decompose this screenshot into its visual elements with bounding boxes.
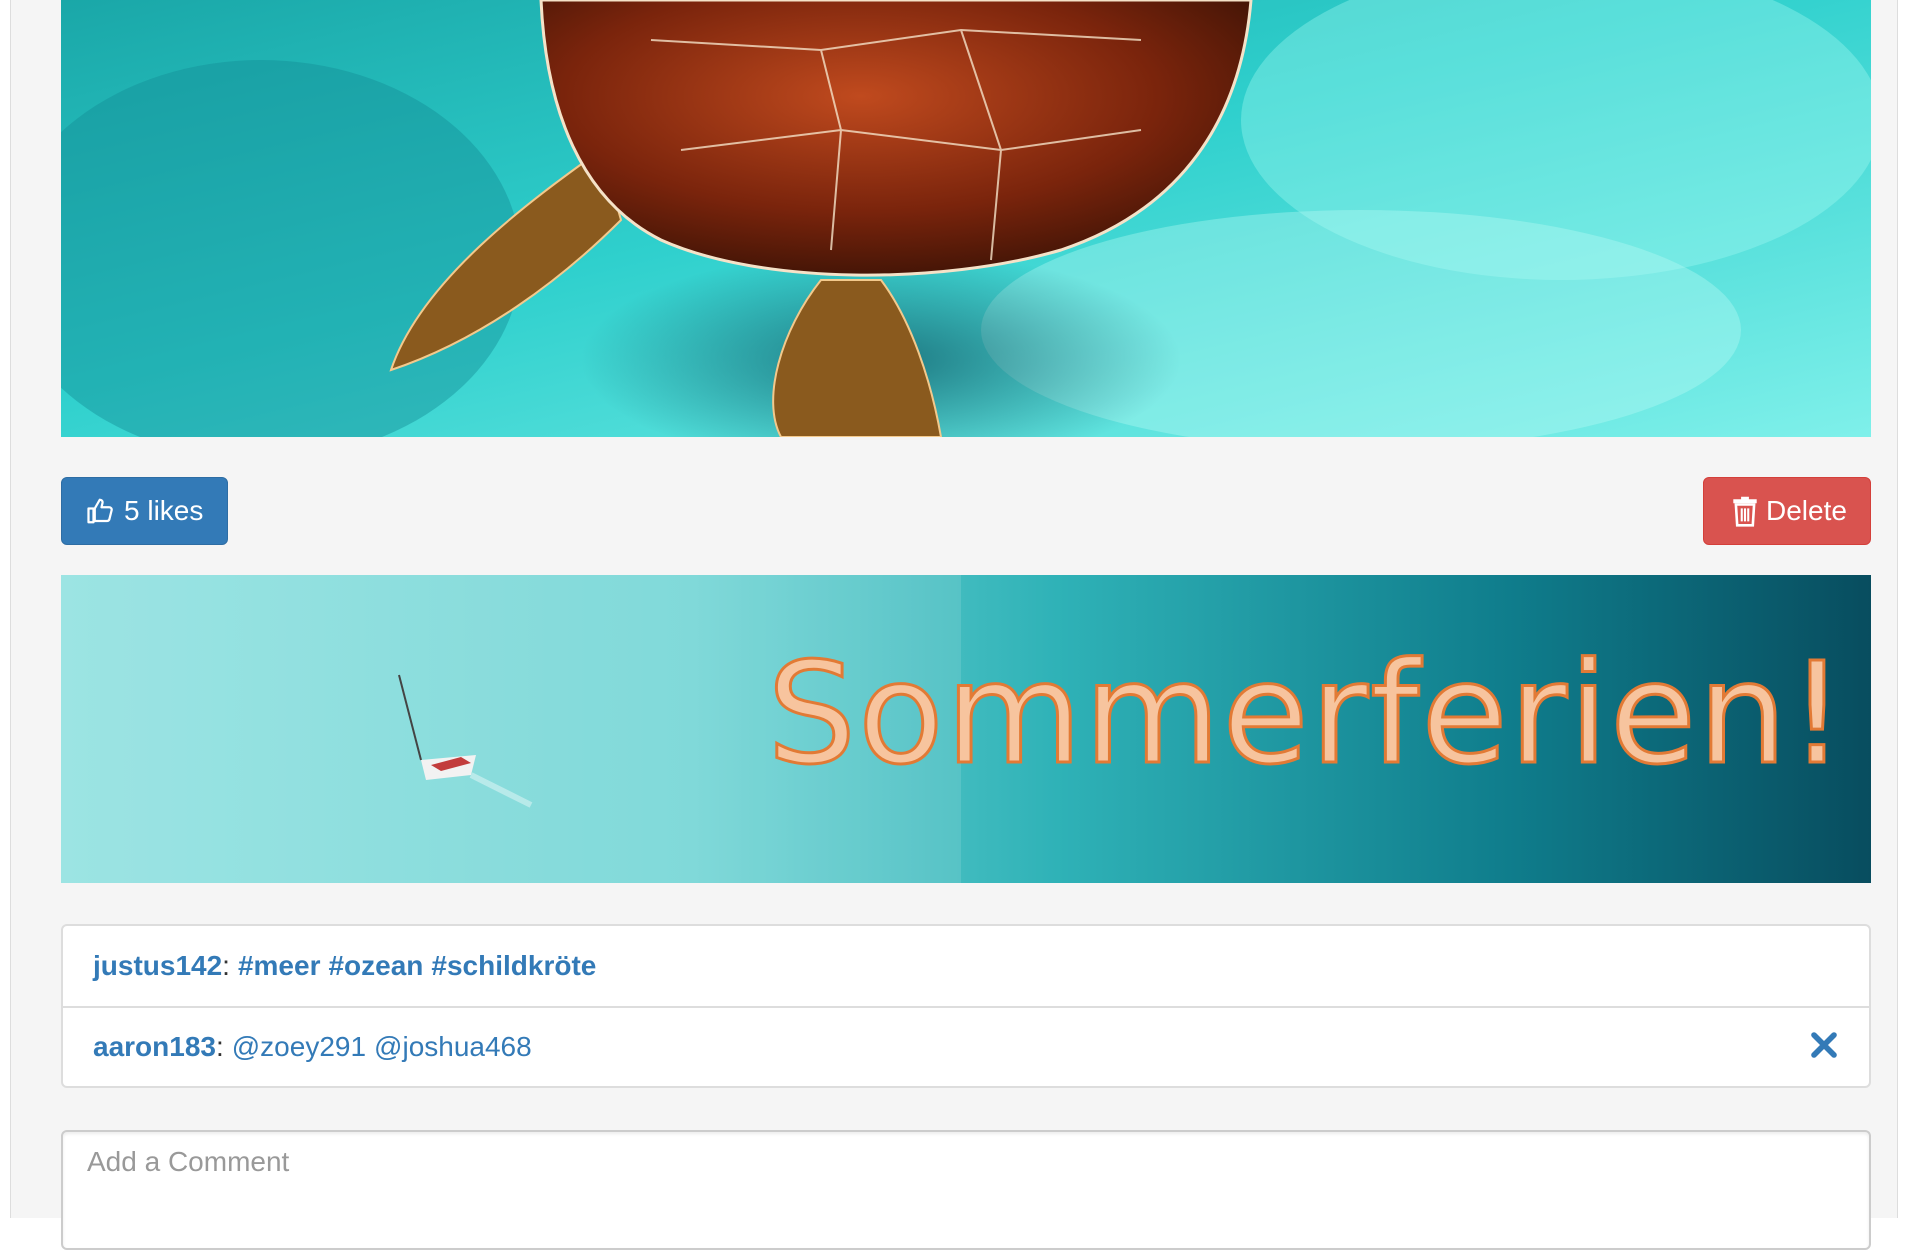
comment-author-link[interactable]: justus142	[93, 950, 222, 982]
like-count-label: 5 likes	[124, 495, 204, 526]
comment-author-link[interactable]: aaron183	[93, 1031, 216, 1063]
mention-link[interactable]: @joshua468	[374, 1031, 532, 1063]
mention-link[interactable]: @zoey291	[232, 1031, 366, 1063]
post-photo	[61, 0, 1871, 437]
comment-item: aaron183: @zoey291 @joshua468	[63, 1006, 1869, 1086]
comment-list: justus142: #meer #ozean #schildkröte aaron1…	[61, 924, 1871, 1088]
trash-icon	[1732, 495, 1758, 527]
hashtag-link[interactable]: #ozean	[328, 950, 423, 982]
delete-label: Delete	[1766, 495, 1847, 526]
comment-separator: :	[215, 1031, 224, 1062]
post-panel: 5 likes Delete Sommerferien! justus142:…	[10, 0, 1898, 1250]
delete-button[interactable]: Delete	[1703, 477, 1871, 545]
hashtag-link[interactable]: #schildkröte	[431, 950, 596, 982]
thumbs-up-icon	[86, 496, 116, 526]
hashtag-link[interactable]: #meer	[238, 950, 321, 982]
comment-item: justus142: #meer #ozean #schildkröte	[63, 926, 1869, 1006]
banner-title: Sommerferien!	[766, 633, 1847, 796]
comment-input[interactable]	[61, 1130, 1871, 1250]
close-icon[interactable]	[1809, 1030, 1839, 1067]
turtle-image	[61, 0, 1871, 437]
summer-banner: Sommerferien!	[61, 575, 1871, 883]
like-button[interactable]: 5 likes	[61, 477, 228, 545]
comment-separator: :	[222, 950, 230, 981]
